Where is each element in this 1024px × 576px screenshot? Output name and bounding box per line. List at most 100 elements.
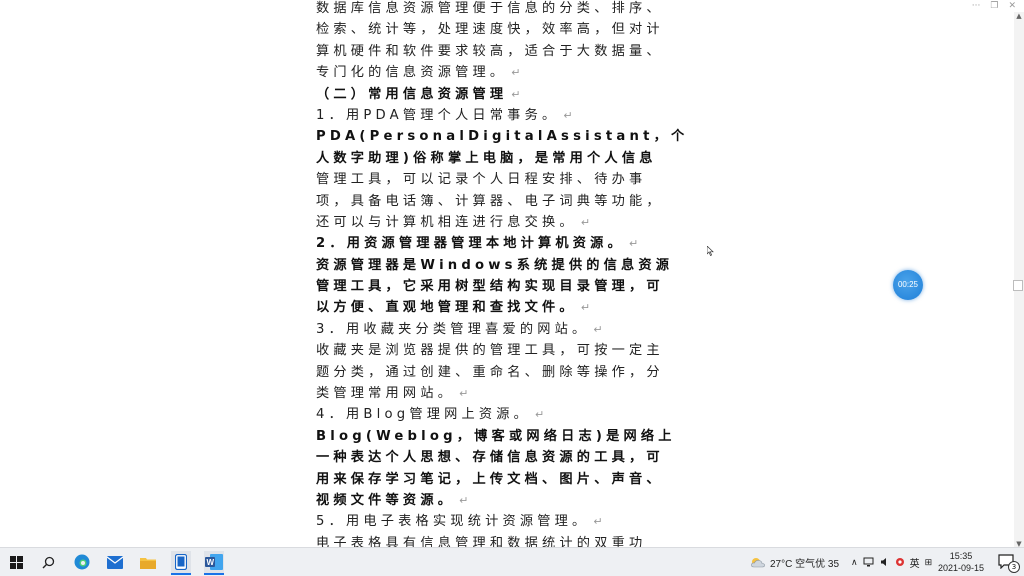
document-line: 2．用资源管理器管理本地计算机资源。 ↵ [316,233,696,254]
antivirus-icon[interactable] [895,557,905,567]
taskbar-mail[interactable] [105,552,125,572]
document-line: 还可以与计算机相连进行息交换。 ↵ [316,212,696,233]
document-line-text: 算机硬件和软件要求较高，适合于大数据量、 [316,43,664,59]
windows-logo-icon [9,555,23,569]
svg-text:W: W [207,558,215,567]
document-line: 专门化的信息资源管理。 ↵ [316,62,696,83]
document-line: 3．用收藏夹分类管理喜爱的网站。 ↵ [316,319,696,340]
start-button[interactable] [6,552,26,572]
system-tray: ∧ 英 ⊞ [851,548,932,576]
paragraph-mark-icon: ↵ [459,387,469,401]
document-line: 题分类，通过创建、重命名、删除等操作，分 [316,362,696,383]
document-line-text: 以方便、直观地管理和查找文件。 [316,300,577,316]
taskbar-file-explorer[interactable] [138,552,158,572]
taskbar-edge[interactable] [72,552,92,572]
document-line-text: 管理工具，可以记录个人日程安排、待办事 [316,172,647,188]
paragraph-mark-icon: ↵ [535,408,545,422]
tablet-app-icon [175,554,187,570]
paragraph-mark-icon: ↵ [593,515,603,529]
document-line-text: 人数字助理)俗称掌上电脑，是常用个人信息 [316,150,657,166]
paragraph-mark-icon: ↵ [459,493,469,507]
mail-icon [107,555,123,569]
clock-time: 15:35 [949,551,973,561]
close-icon[interactable]: ✕ [1008,0,1016,12]
document-line: 资源管理器是Windows系统提供的信息资源 [316,255,696,276]
notification-count-badge: 3 [1008,561,1020,573]
paragraph-mark-icon: ↵ [580,215,591,229]
paragraph-mark-icon: ↵ [628,237,639,251]
document-line-text: 4．用Blog管理网上资源。 [316,407,532,423]
network-icon[interactable] [863,557,875,567]
taskbar-clock[interactable]: 15:35 2021-09-15 [936,550,986,574]
folder-icon [140,557,156,569]
document-line-text: 检索、统计等，处理速度快，效率高，但对计 [316,22,664,38]
document-line: 用来保存学习笔记，上传文档、图片、声音、 [316,469,696,490]
mouse-cursor-icon [707,246,714,256]
document-line-text: 题分类，通过创建、重命名、删除等操作，分 [316,364,664,380]
scrollbar-thumb[interactable] [1013,280,1023,291]
volume-icon[interactable] [880,557,890,567]
document-line-text: Blog(Weblog，博客或网络日志)是网络上 [316,428,676,444]
ime-language-indicator[interactable]: 英 [910,555,920,570]
document-page[interactable]: 数据库信息资源管理便于信息的分类、排序、 检索、统计等，处理速度快，效率高，但对计… [316,1,696,554]
search-icon [42,556,54,568]
document-line: 收藏夹是浏览器提供的管理工具，可按一定主 [316,340,696,361]
weather-text: 27°C 空气优 35 [770,558,840,570]
weather-widget[interactable]: 27°C 空气优 35 [750,548,839,576]
document-line-text: 1．用PDA管理个人日常事务。 [316,107,560,123]
document-line-text: 一种表达个人思想、存储信息资源的工具，可 [316,450,664,466]
edge-browser-icon [74,554,90,570]
ime-mode-icon[interactable]: ⊞ [925,557,933,568]
taskbar-notes-app[interactable] [171,551,191,575]
vertical-scrollbar[interactable]: ▲ ▼ [1013,12,1024,548]
document-line: 人数字助理)俗称掌上电脑，是常用个人信息 [316,148,696,169]
document-line: 项，具备电话簿、计算器、电子词典等功能， [316,191,696,212]
document-line: 管理工具，可以记录个人日程安排、待办事 [316,169,696,190]
restore-icon[interactable]: ❐ [990,0,998,12]
weather-cloud-icon [751,558,765,568]
paragraph-mark-icon: ↵ [563,108,573,122]
document-line-text: 视频文件等资源。 [316,492,456,508]
document-line: 视频文件等资源。 ↵ [316,490,696,511]
document-line: 以方便、直观地管理和查找文件。 ↵ [316,297,696,318]
document-line-text: PDA(PersonalDigitalAssistant，个 [316,129,689,145]
document-line-text: 用来保存学习笔记，上传文档、图片、声音、 [316,471,664,487]
paragraph-mark-icon: ↵ [511,66,521,80]
document-line: 管理工具，它采用树型结构实现目录管理，可 [316,276,696,297]
paragraph-mark-icon: ↵ [580,301,591,315]
clock-date: 2021-09-15 [937,563,985,573]
document-line: Blog(Weblog，博客或网络日志)是网络上 [316,426,696,447]
document-line-text: 项，具备电话簿、计算器、电子词典等功能， [316,193,664,209]
chevron-up-icon[interactable]: ∧ [851,557,858,568]
document-line-text: （二）常用信息资源管理 [316,86,508,102]
document-line: 4．用Blog管理网上资源。 ↵ [316,404,696,425]
paragraph-mark-icon: ↵ [511,87,521,101]
document-line: 1．用PDA管理个人日常事务。 ↵ [316,105,696,126]
document-line: 数据库信息资源管理便于信息的分类、排序、 [316,0,696,19]
document-line-text: 2．用资源管理器管理本地计算机资源。 [316,236,625,252]
document-line: PDA(PersonalDigitalAssistant，个 [316,126,696,147]
word-icon: W [205,554,223,570]
document-line-text: 类管理常用网站。 [316,386,456,402]
document-line-text: 资源管理器是Windows系统提供的信息资源 [316,257,674,273]
document-line: 算机硬件和软件要求较高，适合于大数据量、 [316,41,696,62]
document-line: 类管理常用网站。 ↵ [316,383,696,404]
document-line-text: 还可以与计算机相连进行息交换。 [316,214,577,230]
document-line: 5．用电子表格实现统计资源管理。 ↵ [316,511,696,532]
document-line-text: 专门化的信息资源管理。 [316,65,508,81]
document-line-text: 5．用电子表格实现统计资源管理。 [316,514,590,530]
more-options-icon[interactable]: ··· [972,0,981,12]
taskbar-word[interactable]: W [204,551,224,575]
taskbar: W 27°C 空气优 35 ∧ 英 ⊞ 15:35 2021-09-15 3 [0,547,1024,576]
scroll-up-icon[interactable]: ▲ [1015,12,1023,20]
window-controls: ··· ❐ ✕ [972,0,1016,12]
recording-timer-badge[interactable]: 00:25 [893,270,923,300]
document-line-text: 数据库信息资源管理便于信息的分类、排序、 [316,1,664,16]
document-line-text: 收藏夹是浏览器提供的管理工具，可按一定主 [316,343,664,359]
document-line-text: 3．用收藏夹分类管理喜爱的网站。 [316,321,590,337]
document-line: （二）常用信息资源管理 ↵ [316,84,696,105]
document-line-text: 管理工具，它采用树型结构实现目录管理，可 [316,279,664,295]
document-line: 一种表达个人思想、存储信息资源的工具，可 [316,447,696,468]
paragraph-mark-icon: ↵ [593,322,603,336]
search-button[interactable] [38,552,58,572]
